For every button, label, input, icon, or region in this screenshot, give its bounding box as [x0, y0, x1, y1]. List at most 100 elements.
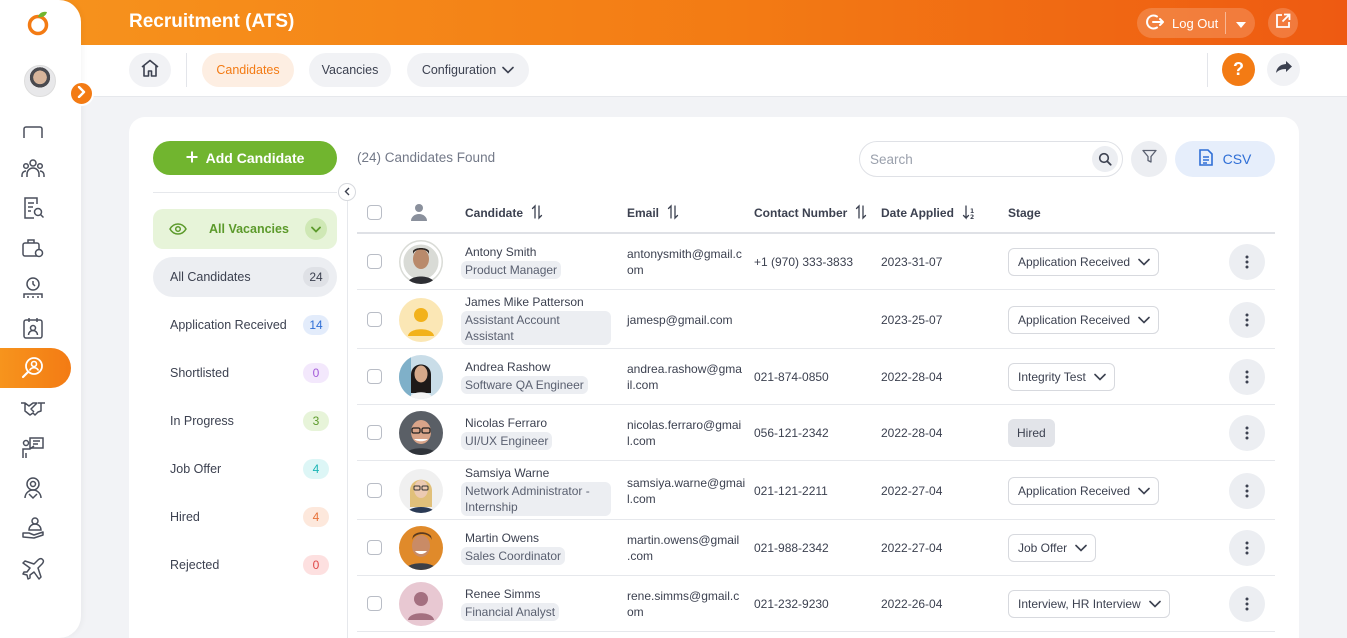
help-label: ? — [1233, 59, 1244, 79]
help-button[interactable]: ? — [1222, 53, 1255, 86]
search-input[interactable]: Search — [860, 152, 1092, 167]
header-contact[interactable]: Contact Number — [754, 193, 867, 233]
table-row[interactable]: Samsiya Warne Network Administrator - Inte… — [357, 461, 1275, 520]
search-box[interactable]: Search — [859, 141, 1123, 177]
row-actions-button[interactable] — [1229, 244, 1265, 280]
award-icon[interactable] — [20, 475, 46, 501]
candidate-role-line: Assistant Account — [465, 312, 560, 327]
logout-button[interactable]: Log Out — [1137, 8, 1225, 38]
orange-logo-icon[interactable] — [26, 8, 52, 36]
stage-dropdown-label: Application Received — [1018, 312, 1131, 327]
share-button[interactable] — [1267, 53, 1300, 86]
training-board-icon[interactable] — [20, 435, 46, 461]
tab-configuration[interactable]: Configuration — [407, 53, 529, 87]
stage-filter-item[interactable]: In Progress 3 — [153, 401, 337, 441]
filter-button[interactable] — [1131, 141, 1167, 177]
home-button[interactable] — [129, 53, 171, 87]
candidate-email[interactable]: andrea.rashow@gma il.com — [627, 361, 742, 393]
tab-candidates-label: Candidates — [216, 63, 280, 77]
logout-menu-toggle[interactable] — [1226, 16, 1255, 31]
settings-case-icon[interactable] — [20, 235, 46, 261]
stage-dropdown[interactable]: Application Received — [1008, 476, 1160, 505]
vacancy-selector[interactable]: All Vacancies — [153, 209, 337, 249]
candidate-name[interactable]: Andrea Rashow — [465, 360, 550, 374]
user-avatar[interactable] — [24, 65, 56, 97]
candidate-name[interactable]: Samsiya Warne — [465, 466, 549, 480]
dashboard-icon[interactable] — [20, 126, 46, 138]
tab-vacancies[interactable]: Vacancies — [309, 53, 391, 87]
email-line: nicolas.ferraro@gmai — [627, 418, 742, 432]
chevron-right-icon — [77, 85, 87, 103]
more-vertical-icon — [1245, 370, 1249, 384]
stage-filter-item[interactable]: Hired 4 — [153, 497, 337, 537]
table-row[interactable]: Martin Owens Sales Coordinator martin.owen… — [357, 520, 1275, 576]
stage-filter-item[interactable]: Job Offer 4 — [153, 449, 337, 489]
row-checkbox[interactable] — [367, 540, 382, 555]
candidate-email[interactable]: martin.owens@gmail .com — [627, 532, 739, 564]
row-actions-button[interactable] — [1229, 586, 1265, 622]
table-row[interactable]: Nicolas Ferraro UI/UX Engineer nicolas.fer… — [357, 405, 1275, 461]
time-clock-icon[interactable] — [20, 275, 46, 301]
candidate-email[interactable]: nicolas.ferraro@gmai l.com — [627, 417, 741, 449]
reports-search-icon[interactable] — [20, 195, 46, 221]
csv-export-button[interactable]: CSV — [1175, 141, 1275, 177]
row-checkbox[interactable] — [367, 482, 382, 498]
row-actions-button[interactable] — [1229, 415, 1265, 451]
row-actions-button[interactable] — [1229, 472, 1265, 509]
candidate-email[interactable]: antonysmith@gmail.c om — [627, 246, 742, 278]
stage-filter-item[interactable]: Application Received 14 — [153, 305, 337, 345]
candidate-email[interactable]: rene.simms@gmail.c om — [627, 588, 739, 620]
stage-filter-item[interactable]: Rejected 0 — [153, 545, 337, 585]
handshake-icon[interactable] — [20, 395, 46, 421]
candidate-name[interactable]: Nicolas Ferraro — [465, 416, 547, 430]
collapse-filters-button[interactable] — [338, 183, 356, 201]
header-candidate[interactable]: Candidate — [465, 193, 543, 233]
candidate-name[interactable]: Martin Owens — [465, 531, 539, 545]
stage-count-badge: 4 — [303, 459, 329, 479]
row-checkbox[interactable] — [367, 254, 382, 269]
logout-label: Log Out — [1172, 15, 1219, 31]
stage-dropdown[interactable]: Job Offer — [1008, 534, 1097, 562]
table-row[interactable]: Renee Simms Financial Analyst rene.simms@g… — [357, 576, 1275, 632]
candidate-phone: +1 (970) 333-3833 — [754, 255, 854, 269]
table-row[interactable]: Andrea Rashow Software QA Engineer andrea.… — [357, 349, 1275, 405]
row-actions-button[interactable] — [1229, 359, 1265, 395]
row-actions-button[interactable] — [1229, 530, 1265, 566]
sidebar-expand-button[interactable] — [69, 81, 94, 106]
tab-candidates[interactable]: Candidates — [202, 53, 294, 87]
stage-filter-item[interactable]: Shortlisted 0 — [153, 353, 337, 393]
row-checkbox[interactable] — [367, 596, 382, 611]
app-title: Recruitment (ATS) — [129, 11, 295, 32]
header-email[interactable]: Email — [627, 193, 679, 233]
stage-filter-item[interactable]: All Candidates 24 — [153, 257, 337, 297]
recruitment-search-icon — [20, 355, 46, 386]
employees-icon[interactable] — [20, 155, 46, 181]
date-applied: 2022-28-04 — [881, 426, 943, 440]
open-external-button[interactable] — [1268, 8, 1298, 38]
nav-item-recruitment-active[interactable] — [0, 348, 71, 388]
row-checkbox[interactable] — [367, 425, 382, 440]
stage-dropdown[interactable]: Interview, HR Interview — [1008, 590, 1170, 618]
stage-dropdown[interactable]: Application Received — [1008, 248, 1160, 276]
candidate-name[interactable]: Renee Simms — [465, 587, 540, 601]
select-all-checkbox[interactable] — [367, 205, 382, 220]
calendar-user-icon[interactable] — [20, 315, 46, 341]
add-candidate-button[interactable]: Add Candidate — [153, 141, 337, 175]
stage-dropdown[interactable]: Integrity Test — [1008, 363, 1115, 391]
email-line: l.com — [627, 491, 656, 506]
table-row[interactable]: James Mike Patterson Assistant Account Ass… — [357, 290, 1275, 349]
airplane-icon[interactable] — [20, 555, 46, 581]
search-button[interactable] — [1092, 146, 1118, 172]
stage-count-badge: 24 — [303, 267, 329, 287]
header-date-applied[interactable]: Date Applied 12 — [881, 193, 976, 233]
row-actions-button[interactable] — [1229, 301, 1265, 338]
hand-service-icon[interactable] — [20, 515, 46, 541]
table-row[interactable]: Antony Smith Product Manager antonysmith@g… — [357, 234, 1275, 290]
candidate-name[interactable]: James Mike Patterson — [465, 295, 584, 309]
candidate-email[interactable]: samsiya.warne@gmai l.com — [627, 475, 745, 507]
row-checkbox[interactable] — [367, 311, 382, 327]
stage-dropdown[interactable]: Application Received — [1008, 305, 1160, 334]
row-checkbox[interactable] — [367, 369, 382, 384]
candidate-email[interactable]: jamesp@gmail.com — [627, 312, 733, 328]
candidate-name[interactable]: Antony Smith — [465, 245, 536, 259]
